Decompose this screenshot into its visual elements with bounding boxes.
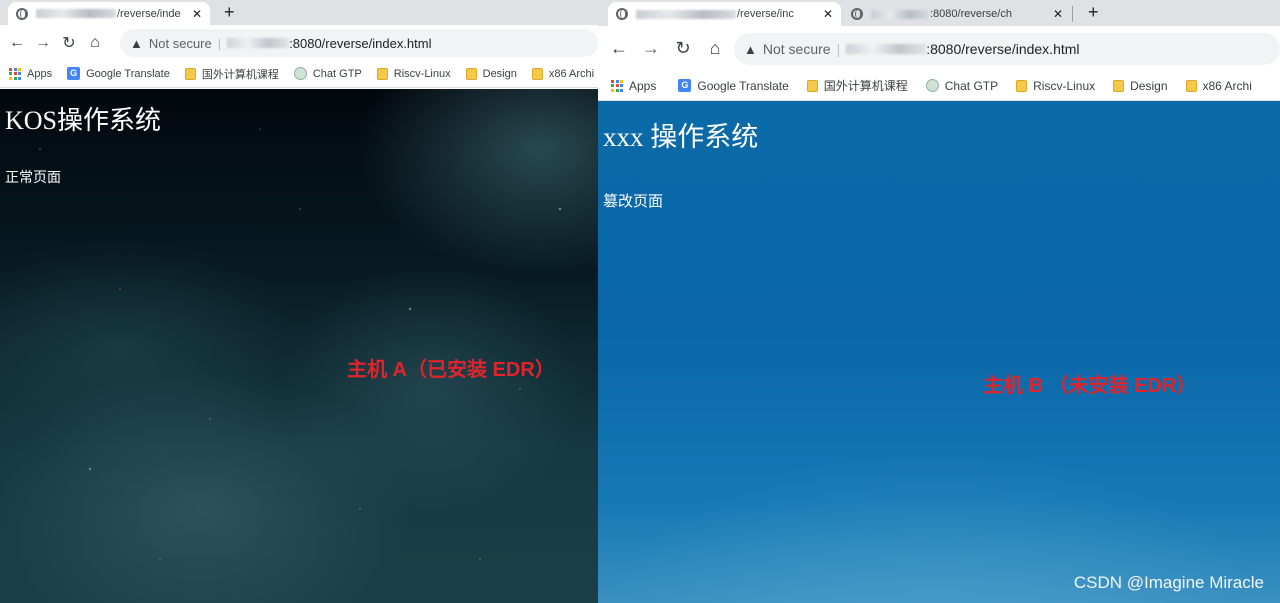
bookmark-label: Design [482,67,517,80]
folder-icon [184,67,196,80]
warning-icon: ▲ [744,41,757,57]
back-arrow-icon[interactable]: ← [606,38,632,59]
bookmark-label: 国外计算机课程 [201,68,279,81]
folder-icon [806,79,818,92]
security-label: Not secure [148,35,212,51]
apps-grid-icon [611,79,623,92]
tab-title: :8080/reverse/ch [930,8,1012,20]
translate-icon: G [678,79,692,92]
bookmark-label: Apps [629,78,657,93]
globe-icon [851,8,863,20]
security-label: Not secure [762,41,831,57]
bookmark-label: Riscv-Linux [1033,78,1096,93]
redacted-host [636,9,736,19]
forward-arrow-icon[interactable]: → [638,38,664,59]
bookmarks-bar: Apps G Google Translate 国外计算机课程 Chat GTP… [598,71,1280,101]
tab-strip: /reverse/inde ✕ + [0,0,598,25]
bookmark-apps[interactable]: Apps [611,79,656,93]
divider: | [217,35,222,51]
bookmark-folder-design[interactable]: Design [465,67,517,80]
browser-window-host-a: /reverse/inde ✕ + ← → ↻ ⌂ ▲ Not secure |… [0,0,598,603]
warning-icon: ▲ [130,35,143,51]
new-tab-button[interactable]: + [1088,2,1099,22]
translate-icon: G [67,67,81,80]
globe-icon [616,8,628,20]
bookmark-label: Chat GTP [944,78,999,93]
csdn-watermark: CSDN @Imagine Miracle [1073,573,1264,592]
bookmark-folder-riscv-linux[interactable]: Riscv-Linux [1016,79,1095,93]
back-arrow-icon[interactable]: ← [4,34,30,52]
bookmark-chat-gtp[interactable]: Chat GTP [293,67,362,80]
bookmark-folder-x86[interactable]: x86 Archi [531,67,595,80]
folder-icon [376,67,388,80]
page-content: xxx 操作系统 篡改页面 主机 B （未安装 EDR） CSDN @Imagi… [598,101,1280,603]
browser-window-host-b: /reverse/inc ✕ :8080/reverse/ch ✕ + ← → … [598,0,1280,603]
folder-icon [531,67,543,80]
bookmark-label: Apps [27,67,53,80]
bookmark-folder-riscv-linux[interactable]: Riscv-Linux [376,67,451,80]
tab-title: /reverse/inde [117,7,181,20]
bookmark-label: x86 Archi [1202,78,1252,93]
chatgpt-icon [925,79,939,92]
browser-toolbar: ← → ↻ ⌂ ▲ Not secure | :8080/reverse/ind… [598,26,1280,71]
bookmark-folder-courses[interactable]: 国外计算机课程 [184,66,279,82]
page-body-text: 正常页面 [5,171,61,186]
page-title: xxx 操作系统 [603,122,759,152]
browser-tab-active[interactable]: /reverse/inc ✕ [608,2,841,26]
close-tab-icon[interactable]: ✕ [823,7,833,21]
bookmark-folder-x86[interactable]: x86 Archi [1185,78,1252,93]
address-bar[interactable]: ▲ Not secure | :8080/reverse/index.html [734,33,1280,65]
bookmark-folder-courses[interactable]: 国外计算机课程 [806,77,908,94]
home-icon[interactable]: ⌂ [702,38,728,59]
bookmark-label: Google Translate [86,67,170,80]
new-tab-button[interactable]: + [224,2,235,22]
bookmark-google-translate[interactable]: G Google Translate [678,78,789,93]
browser-toolbar: ← → ↻ ⌂ ▲ Not secure | :8080/reverse/ind… [0,25,598,60]
folder-icon [1113,79,1125,92]
bookmark-label: Chat GTP [312,67,362,80]
divider: | [836,41,841,57]
home-icon[interactable]: ⌂ [82,34,108,52]
tab-divider [1072,6,1073,22]
starfield-background [0,89,598,603]
folder-icon [465,67,477,80]
bookmarks-bar: Apps G Google Translate 国外计算机课程 Chat GTP… [0,60,598,88]
redacted-host [846,44,927,54]
page-content: KOS操作系统 正常页面 主机 A（已安装 EDR） [0,89,598,603]
reload-icon[interactable]: ↻ [670,38,696,59]
bookmark-label: x86 Archi [548,67,595,80]
bookmark-google-translate[interactable]: G Google Translate [67,67,170,80]
page-title: KOS操作系统 [5,106,162,135]
bookmark-label: Riscv-Linux [393,67,451,80]
bookmark-apps[interactable]: Apps [9,67,53,80]
url-text: :8080/reverse/index.html [926,41,1080,57]
url-text: :8080/reverse/index.html [289,35,432,51]
folder-icon [1016,79,1028,92]
redacted-host [871,9,929,19]
browser-tab[interactable]: /reverse/inde ✕ [8,2,210,25]
bookmark-label: 国外计算机课程 [823,79,908,93]
host-a-annotation: 主机 A（已安装 EDR） [347,359,555,381]
redacted-host [36,9,116,18]
close-tab-icon[interactable]: ✕ [192,7,202,21]
tab-strip: /reverse/inc ✕ :8080/reverse/ch ✕ + [598,0,1280,26]
forward-arrow-icon[interactable]: → [30,34,56,52]
chatgpt-icon [293,67,307,80]
redacted-host [227,38,290,48]
host-b-annotation: 主机 B （未安装 EDR） [983,375,1197,397]
bookmark-label: Design [1130,78,1168,93]
bookmark-label: Google Translate [697,78,789,93]
bookmark-chat-gtp[interactable]: Chat GTP [925,78,999,93]
tab-title: /reverse/inc [737,8,794,20]
browser-tab-inactive[interactable]: :8080/reverse/ch ✕ [843,2,1071,26]
page-body-text: 篡改页面 [603,194,664,210]
address-bar[interactable]: ▲ Not secure | :8080/reverse/index.html [120,29,598,57]
reload-icon[interactable]: ↻ [56,33,82,53]
bookmark-folder-design[interactable]: Design [1113,78,1168,93]
folder-icon [1185,79,1197,92]
close-tab-icon[interactable]: ✕ [1053,7,1063,21]
globe-icon [16,7,28,20]
apps-grid-icon [9,67,21,80]
